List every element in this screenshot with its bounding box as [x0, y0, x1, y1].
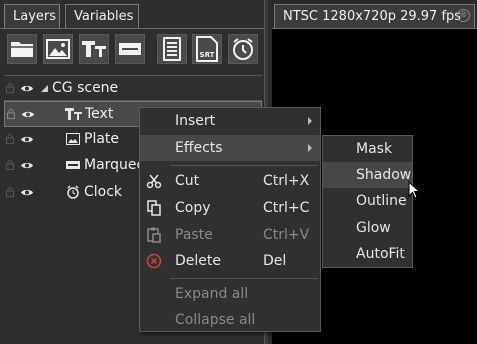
context-menu: Insert Effects Cut Ctrl+X Copy Ctrl+C Pa…: [139, 107, 321, 332]
layer-label-clock: Clock: [84, 184, 123, 200]
menu-item-label: Insert: [175, 113, 216, 129]
submenu-item-shadow[interactable]: Shadow: [323, 162, 412, 188]
mouse-cursor-icon: [408, 181, 420, 199]
eye-icon[interactable]: [21, 110, 35, 119]
menu-item-collapse-all: Collapse all: [140, 307, 320, 333]
menu-item-copy[interactable]: Copy Ctrl+C: [140, 195, 320, 221]
folder-icon: [11, 42, 33, 57]
eye-icon[interactable]: [20, 161, 34, 170]
marquee-icon: [119, 43, 141, 55]
close-icon[interactable]: ⊗: [457, 9, 470, 22]
menu-item-delete[interactable]: Delete Del: [140, 248, 320, 274]
layer-label-cg-scene: CG scene: [52, 80, 119, 96]
add-image-button[interactable]: [43, 34, 73, 64]
lock-icon[interactable]: [6, 134, 14, 144]
menu-shortcut: Ctrl+V: [263, 227, 310, 243]
add-text-button[interactable]: [79, 34, 109, 64]
menu-item-insert[interactable]: Insert: [140, 108, 320, 134]
tab-variables[interactable]: Variables: [65, 4, 139, 28]
delete-icon: [146, 253, 162, 269]
copy-icon: [147, 200, 161, 216]
layer-label-plate: Plate: [84, 131, 120, 147]
menu-separator: [170, 278, 318, 279]
menu-shortcut: Ctrl+X: [263, 173, 310, 189]
clock-icon: [67, 185, 79, 199]
image-icon: [46, 39, 70, 59]
layer-row-cg-scene[interactable]: CG scene: [4, 75, 262, 101]
tab-strip-divider: [0, 28, 264, 29]
submenu-arrow-icon: [308, 117, 312, 125]
menu-item-label: Delete: [175, 253, 221, 269]
menu-item-label: Effects: [175, 140, 223, 156]
scissors-icon: [146, 174, 162, 189]
add-clock-button[interactable]: [228, 34, 258, 64]
menu-item-paste: Paste Ctrl+V: [140, 222, 320, 248]
menu-shortcut: Del: [263, 253, 287, 269]
lock-icon[interactable]: [6, 187, 14, 197]
menu-item-effects[interactable]: Effects: [140, 135, 320, 161]
submenu-item-glow[interactable]: Glow: [323, 215, 412, 241]
submenu-item-label: Shadow: [356, 167, 412, 183]
menu-item-label: Expand all: [175, 286, 249, 302]
layer-label-marquee: Marquee: [84, 157, 146, 173]
menu-shortcut: Ctrl+C: [263, 200, 310, 216]
menu-item-cut[interactable]: Cut Ctrl+X: [140, 168, 320, 194]
clock-icon: [233, 38, 253, 60]
eye-icon[interactable]: [20, 84, 34, 93]
submenu-item-label: Glow: [356, 220, 391, 236]
submenu-item-label: AutoFit: [356, 246, 405, 262]
lock-icon[interactable]: [6, 160, 14, 170]
submenu-item-label: Mask: [356, 141, 393, 157]
layer-label-text: Text: [85, 106, 114, 122]
expand-triangle-icon[interactable]: [41, 85, 48, 92]
menu-separator: [170, 165, 318, 166]
paste-icon: [147, 227, 161, 243]
add-document-button[interactable]: [157, 34, 187, 64]
preview-title: NTSC 1280x720p 29.97 fps: [283, 9, 462, 24]
submenu-arrow-icon: [308, 144, 312, 152]
submenu-item-autofit[interactable]: AutoFit: [323, 241, 412, 267]
menu-item-label: Cut: [175, 173, 200, 189]
submenu-item-mask[interactable]: Mask: [323, 136, 412, 162]
menu-item-label: Collapse all: [175, 312, 256, 328]
preview-tab[interactable]: NTSC 1280x720p 29.97 fps ⊗: [274, 4, 475, 28]
lock-icon[interactable]: [6, 83, 14, 93]
add-marquee-button[interactable]: [115, 34, 145, 64]
marquee-icon: [66, 161, 80, 169]
subtitle-icon: SRT: [196, 36, 218, 62]
tab-layers[interactable]: Layers: [4, 4, 60, 28]
open-folder-button[interactable]: [7, 34, 37, 64]
eye-icon[interactable]: [20, 188, 34, 197]
image-icon: [66, 133, 80, 145]
text-tool-icon: [82, 41, 106, 57]
add-subtitles-button[interactable]: SRT: [192, 34, 222, 64]
submenu-item-outline[interactable]: Outline: [323, 188, 412, 214]
effects-submenu: Mask Shadow Outline Glow AutoFit: [322, 135, 413, 268]
text-layer-icon: [65, 108, 82, 120]
document-icon: [163, 37, 181, 61]
menu-item-label: Paste: [175, 227, 213, 243]
lock-icon[interactable]: [7, 109, 15, 119]
eye-icon[interactable]: [20, 135, 34, 144]
submenu-item-label: Outline: [356, 193, 407, 209]
svg-text:SRT: SRT: [200, 51, 215, 59]
menu-item-expand-all: Expand all: [140, 281, 320, 307]
menu-item-label: Copy: [175, 200, 211, 216]
